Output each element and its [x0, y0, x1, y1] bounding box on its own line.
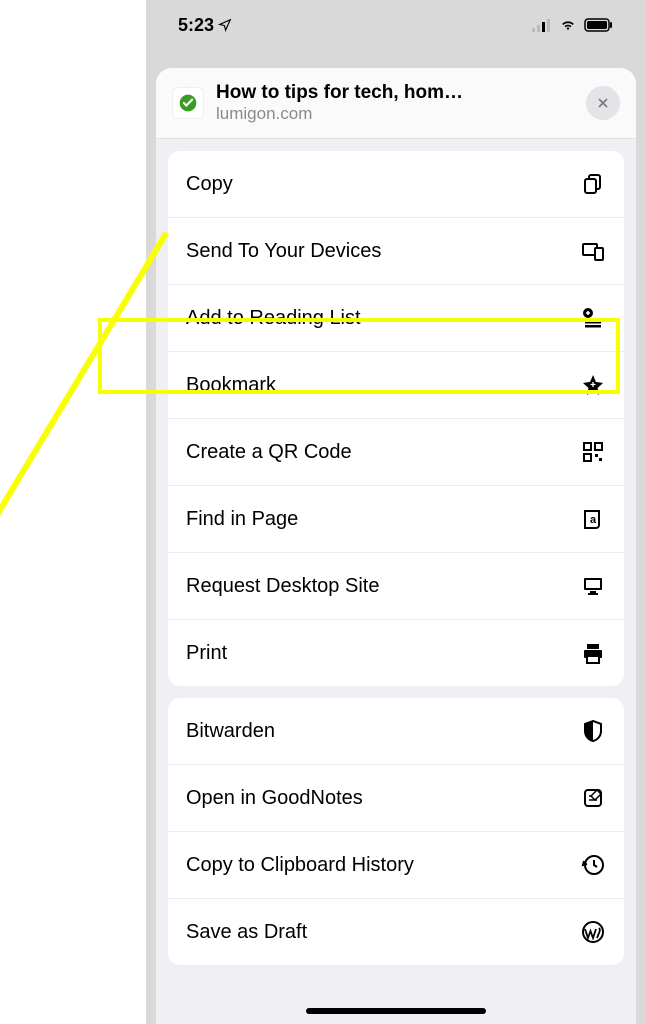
menu-save-draft[interactable]: Save as Draft	[168, 899, 624, 965]
menu-desktop-site[interactable]: Request Desktop Site	[168, 553, 624, 620]
copy-icon	[580, 171, 606, 197]
menu-bitwarden[interactable]: Bitwarden	[168, 698, 624, 765]
wifi-icon	[558, 18, 578, 32]
menu-label: Save as Draft	[186, 921, 307, 944]
menu-label: Send To Your Devices	[186, 240, 381, 263]
sheet-header: How to tips for tech, hom… lumigon.com	[156, 68, 636, 139]
menu-print[interactable]: Print	[168, 620, 624, 686]
page-title: How to tips for tech, hom…	[216, 82, 574, 104]
svg-text:a: a	[590, 514, 597, 526]
note-icon	[580, 785, 606, 811]
menu-clipboard-history[interactable]: Copy to Clipboard History	[168, 832, 624, 899]
clock-icon	[580, 852, 606, 878]
page-url: lumigon.com	[216, 104, 574, 124]
status-indicators	[532, 18, 614, 32]
menu-find-page[interactable]: Find in Page a	[168, 486, 624, 553]
menu-label: Request Desktop Site	[186, 575, 379, 598]
menu-goodnotes[interactable]: Open in GoodNotes	[168, 765, 624, 832]
menu-label: Copy to Clipboard History	[186, 854, 414, 877]
site-info: How to tips for tech, hom… lumigon.com	[216, 82, 574, 124]
find-icon: a	[580, 506, 606, 532]
menu-label: Bitwarden	[186, 720, 275, 743]
site-favicon	[172, 87, 204, 119]
menu-label: Bookmark	[186, 374, 276, 397]
status-time: 5:23	[178, 15, 232, 36]
menu-send-devices[interactable]: Send To Your Devices	[168, 218, 624, 285]
close-button[interactable]	[586, 86, 620, 120]
menu-section-1: Copy Send To Your Devices Add to Reading…	[168, 151, 624, 686]
reading-list-icon	[580, 305, 606, 331]
menu-label: Create a QR Code	[186, 441, 352, 464]
home-indicator[interactable]	[306, 1008, 486, 1014]
annotation-arrow	[0, 231, 169, 594]
menu-label: Add to Reading List	[186, 307, 361, 330]
cellular-icon	[532, 18, 552, 32]
location-arrow-icon	[218, 18, 232, 32]
menu-reading-list[interactable]: Add to Reading List	[168, 285, 624, 352]
menu-qr-code[interactable]: Create a QR Code	[168, 419, 624, 486]
menu-section-2: Bitwarden Open in GoodNotes Copy to Clip…	[168, 698, 624, 965]
menu-copy[interactable]: Copy	[168, 151, 624, 218]
desktop-icon	[580, 573, 606, 599]
star-icon	[580, 372, 606, 398]
status-bar: 5:23	[146, 0, 646, 50]
devices-icon	[580, 238, 606, 264]
menu-label: Print	[186, 642, 227, 665]
battery-icon	[584, 18, 614, 32]
share-sheet: How to tips for tech, hom… lumigon.com C…	[156, 68, 636, 1024]
menu-bookmark[interactable]: Bookmark	[168, 352, 624, 419]
wp-icon	[580, 919, 606, 945]
print-icon	[580, 640, 606, 666]
shield-icon	[580, 718, 606, 744]
menu-label: Find in Page	[186, 508, 298, 531]
qr-icon	[580, 439, 606, 465]
phone-screen: 5:23 How to tips for tech, hom… lumigon.…	[146, 0, 646, 1024]
menu-label: Copy	[186, 173, 233, 196]
menu-label: Open in GoodNotes	[186, 787, 363, 810]
close-icon	[596, 96, 610, 110]
